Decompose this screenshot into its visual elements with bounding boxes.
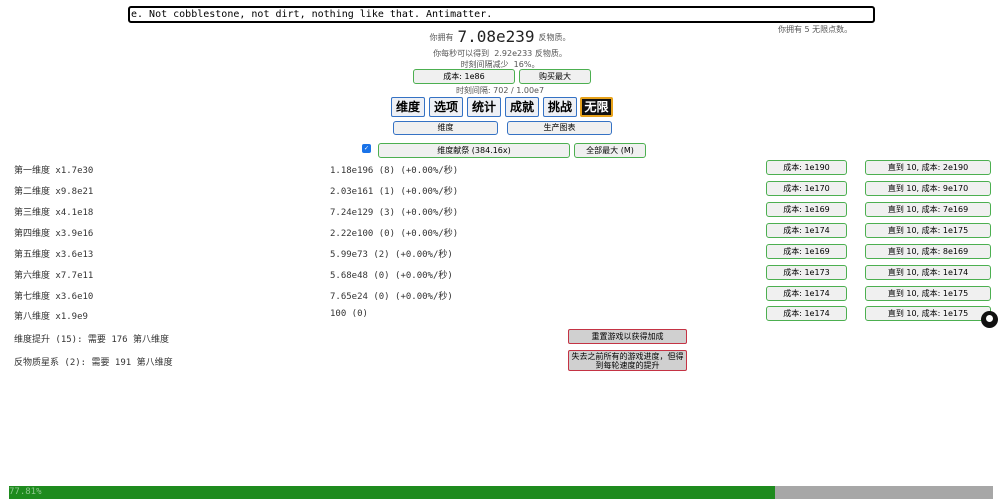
dimension-row: 第三维度 x4.1e18 7.24e129 (3) (+0.00%/秒) 成本:… xyxy=(0,202,1000,220)
dimension-row: 第一维度 x1.7e30 1.18e196 (8) (+0.00%/秒) 成本:… xyxy=(0,160,1000,178)
dimension-amount: 2.03e161 (1) (+0.00%/秒) xyxy=(330,187,459,197)
buy-until-10-button[interactable]: 直到 10, 成本: 8e169 xyxy=(865,244,991,259)
max-all-button[interactable]: 全部最大 (M) xyxy=(574,143,646,158)
dimension-row: 第五维度 x3.6e13 5.99e73 (2) (+0.00%/秒) 成本: … xyxy=(0,244,1000,262)
infinity-progress-bar: 77.81% xyxy=(9,486,993,499)
dimension-boost-text: 维度提升 (15): 需要 176 第八维度 xyxy=(14,335,170,345)
buy-one-button[interactable]: 成本: 1e190 xyxy=(766,160,847,175)
buy-until-10-button[interactable]: 直到 10, 成本: 1e175 xyxy=(865,223,991,238)
tab-options[interactable]: 选项 xyxy=(429,97,463,117)
dimension-amount: 7.24e129 (3) (+0.00%/秒) xyxy=(330,208,459,218)
buy-until-10-button[interactable]: 直到 10, 成本: 1e175 xyxy=(865,286,991,301)
buy-one-button[interactable]: 成本: 1e169 xyxy=(766,202,847,217)
dimension-amount: 7.65e24 (0) (+0.00%/秒) xyxy=(330,292,453,302)
dimension-row: 第六维度 x7.7e11 5.68e48 (0) (+0.00%/秒) 成本: … xyxy=(0,265,1000,283)
tab-achievements[interactable]: 成就 xyxy=(505,97,539,117)
antimatter-amount: 7.08e239 xyxy=(457,27,535,46)
dimension-name: 第五维度 x3.6e13 xyxy=(14,250,94,260)
buy-one-button[interactable]: 成本: 1e174 xyxy=(766,223,847,238)
dimension-amount: 100 (0) xyxy=(330,309,368,319)
antimatter-display: 你拥有 7.08e239 反物质。 xyxy=(429,27,571,46)
tickspeed-buy-button[interactable]: 成本: 1e86 xyxy=(413,69,515,84)
dimension-row: 第八维度 x1.9e9 100 (0) 成本: 1e174 直到 10, 成本:… xyxy=(0,306,1000,324)
buy-until-10-button[interactable]: 直到 10, 成本: 9e170 xyxy=(865,181,991,196)
dimension-name: 第二维度 x9.8e21 xyxy=(14,187,94,197)
buy-one-button[interactable]: 成本: 1e174 xyxy=(766,306,847,321)
tickspeed-interval: 时刻间隔: 702 / 1.00e7 xyxy=(455,86,545,95)
tickspeed-max-button[interactable]: 购买最大 xyxy=(519,69,591,84)
buy-until-10-button[interactable]: 直到 10, 成本: 7e169 xyxy=(865,202,991,217)
sacrifice-button[interactable]: 维度献祭 (384.16x) xyxy=(378,143,570,158)
news-ticker: e. Not cobblestone, not dirt, nothing li… xyxy=(128,6,875,23)
progress-fill xyxy=(9,486,775,499)
buy-until-10-button[interactable]: 直到 10, 成本: 1e175 xyxy=(865,306,991,321)
subtab-production-chart[interactable]: 生产图表 xyxy=(507,121,612,135)
dimension-name: 第一维度 x1.7e30 xyxy=(14,166,94,176)
buy-one-button[interactable]: 成本: 1e169 xyxy=(766,244,847,259)
auto-sacrifice-checkbox[interactable]: ✓ xyxy=(362,144,371,153)
tab-dimensions[interactable]: 维度 xyxy=(391,97,425,117)
dimension-amount: 5.99e73 (2) (+0.00%/秒) xyxy=(330,250,453,260)
tab-statistics[interactable]: 统计 xyxy=(467,97,501,117)
buy-until-10-button[interactable]: 直到 10, 成本: 1e174 xyxy=(865,265,991,280)
dimension-row: 第二维度 x9.8e21 2.03e161 (1) (+0.00%/秒) 成本:… xyxy=(0,181,1000,199)
dimension-row: 第四维度 x3.9e16 2.22e100 (0) (+0.00%/秒) 成本:… xyxy=(0,223,1000,241)
buy-one-button[interactable]: 成本: 1e174 xyxy=(766,286,847,301)
antimatter-per-second: 你每秒可以得到 2.92e233 反物质。 xyxy=(433,49,567,58)
dimension-name: 第八维度 x1.9e9 xyxy=(14,312,88,322)
tab-challenges[interactable]: 挑战 xyxy=(543,97,577,117)
dimension-name: 第六维度 x7.7e11 xyxy=(14,271,94,281)
dimension-name: 第七维度 x3.6e10 xyxy=(14,292,94,302)
dimension-amount: 1.18e196 (8) (+0.00%/秒) xyxy=(330,166,459,176)
dimension-amount: 2.22e100 (0) (+0.00%/秒) xyxy=(330,229,459,239)
galaxy-button[interactable]: 失去之前所有的游戏进度，但得到每轮速度的提升 xyxy=(568,350,687,371)
dimension-name: 第三维度 x4.1e18 xyxy=(14,208,94,218)
dimension-boost-button[interactable]: 重置游戏以获得加成 xyxy=(568,329,687,344)
subtab-dimensions[interactable]: 维度 xyxy=(393,121,498,135)
dimension-name: 第四维度 x3.9e16 xyxy=(14,229,94,239)
progress-label: 77.81% xyxy=(9,487,42,497)
tab-infinity[interactable]: 无限 xyxy=(580,97,613,117)
buy-one-button[interactable]: 成本: 1e173 xyxy=(766,265,847,280)
galaxy-text: 反物质星系 (2): 需要 191 第八维度 xyxy=(14,358,173,368)
buy-until-10-button[interactable]: 直到 10, 成本: 2e190 xyxy=(865,160,991,175)
dimension-amount: 5.68e48 (0) (+0.00%/秒) xyxy=(330,271,453,281)
dimension-row: 第七维度 x3.6e10 7.65e24 (0) (+0.00%/秒) 成本: … xyxy=(0,286,1000,304)
buy-one-button[interactable]: 成本: 1e170 xyxy=(766,181,847,196)
github-icon[interactable] xyxy=(981,311,998,328)
